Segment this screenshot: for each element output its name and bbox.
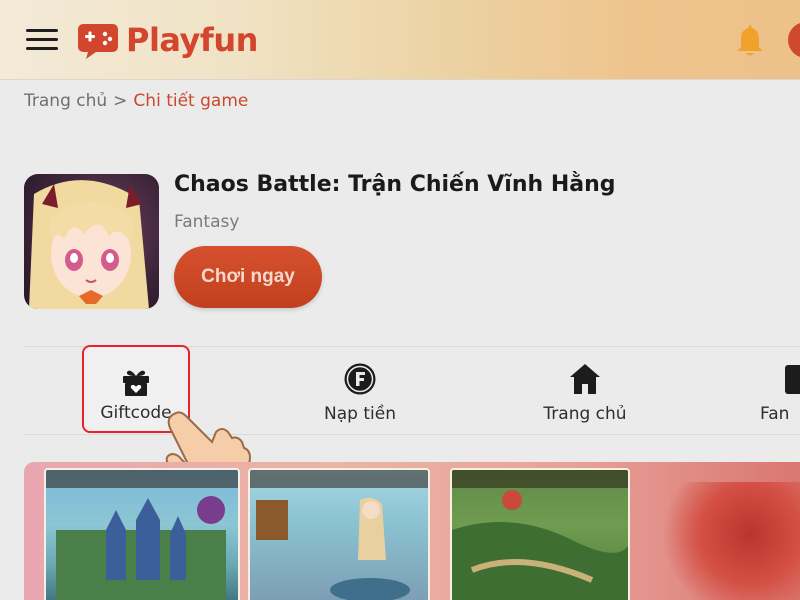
gift-icon xyxy=(119,365,153,399)
breadcrumb-home-link[interactable]: Trang chủ xyxy=(24,91,107,111)
anime-girl-art xyxy=(29,180,149,309)
bell-icon[interactable] xyxy=(734,22,766,58)
topup-label: Nạp tiền xyxy=(324,404,396,424)
home-icon xyxy=(568,362,602,396)
home-label: Trang chủ xyxy=(543,404,627,424)
game-screenshots-banner[interactable] xyxy=(24,462,800,600)
logo-text: Playfun xyxy=(126,21,258,59)
playfun-logo[interactable]: Playfun xyxy=(76,16,258,64)
fanpage-button[interactable]: Fan xyxy=(760,350,800,430)
screenshot-1[interactable] xyxy=(44,468,240,600)
play-now-button[interactable]: Chơi ngay xyxy=(174,246,322,308)
coin-f-icon xyxy=(343,362,377,396)
home-button[interactable]: Trang chủ xyxy=(530,350,640,430)
game-title: Chaos Battle: Trận Chiến Vĩnh Hằng xyxy=(174,172,616,197)
screenshot-2[interactable] xyxy=(248,468,430,600)
breadcrumb-separator: > xyxy=(113,91,128,111)
top-header: Playfun xyxy=(0,0,800,80)
avatar[interactable] xyxy=(788,22,800,58)
breadcrumb: Trang chủ > Chi tiết game xyxy=(24,91,248,111)
gamepad-logo-icon xyxy=(78,24,118,59)
breadcrumb-current: Chi tiết game xyxy=(133,91,249,111)
game-genre: Fantasy xyxy=(174,212,240,232)
character-art xyxy=(654,482,800,600)
fanpage-label: Fan xyxy=(760,404,790,424)
hamburger-menu-icon[interactable] xyxy=(26,27,58,53)
topup-button[interactable]: Nạp tiền xyxy=(310,350,410,430)
screenshot-3[interactable] xyxy=(450,468,630,600)
fanpage-icon xyxy=(783,362,800,396)
divider-bottom xyxy=(24,434,800,435)
game-thumbnail[interactable] xyxy=(24,174,159,309)
